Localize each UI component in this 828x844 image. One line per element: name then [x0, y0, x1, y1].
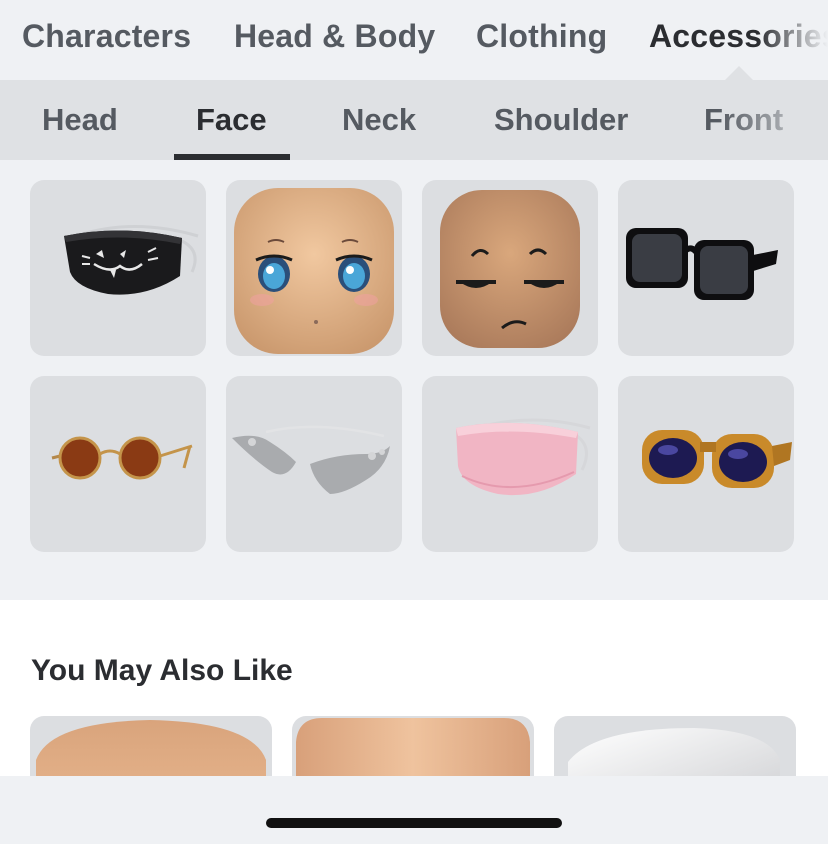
- recommended-item-skin-head-1[interactable]: [30, 716, 272, 776]
- skin-head-1-image: [36, 720, 266, 776]
- category-tabs: Characters Head & Body Clothing Accessor…: [0, 0, 828, 80]
- recommended-item-skin-head-2[interactable]: [292, 716, 534, 776]
- subcategory-tabs: Head Face Neck Shoulder Front: [0, 80, 828, 160]
- subtab-head[interactable]: Head: [42, 102, 118, 138]
- recommended-item-white-head[interactable]: [554, 716, 796, 776]
- recommendations-section: You May Also Like: [0, 600, 828, 776]
- tab-head-body[interactable]: Head & Body: [234, 18, 435, 55]
- item-tile-anime-face[interactable]: [226, 180, 402, 356]
- anime-face-image: [234, 188, 394, 354]
- tab-characters[interactable]: Characters: [22, 18, 191, 55]
- home-indicator[interactable]: [266, 818, 562, 828]
- white-head-image: [568, 728, 780, 776]
- item-tile-unimpressed-face[interactable]: [422, 180, 598, 356]
- unimpressed-face-image: [440, 190, 580, 348]
- butterfly-glasses-image: [232, 425, 390, 494]
- black-sunglasses-image: [626, 228, 778, 300]
- orange-sunglasses-image: [642, 430, 792, 488]
- recommendations-title: You May Also Like: [31, 654, 293, 687]
- skin-head-2-image: [296, 718, 530, 776]
- subtabs-fade: [718, 80, 828, 160]
- item-tile-orange-sunglasses[interactable]: [618, 376, 794, 552]
- active-tab-caret: [725, 66, 753, 80]
- tabs-fade: [758, 0, 828, 80]
- round-glasses-image: [51, 436, 193, 480]
- black-cat-mask-image: [64, 225, 199, 295]
- item-tile-butterfly-glasses[interactable]: [226, 376, 402, 552]
- subtab-shoulder[interactable]: Shoulder: [494, 102, 628, 138]
- bottom-safe-area: [0, 776, 828, 844]
- pink-mask-image: [456, 418, 591, 496]
- item-tile-round-glasses[interactable]: [30, 376, 206, 552]
- item-tile-black-sunglasses[interactable]: [618, 180, 794, 356]
- subtab-neck[interactable]: Neck: [342, 102, 416, 138]
- subtab-face[interactable]: Face: [196, 102, 267, 138]
- item-grid: [0, 160, 828, 600]
- tab-clothing[interactable]: Clothing: [476, 18, 607, 55]
- item-tile-pink-mask[interactable]: [422, 376, 598, 552]
- item-tile-black-cat-mask[interactable]: [30, 180, 206, 356]
